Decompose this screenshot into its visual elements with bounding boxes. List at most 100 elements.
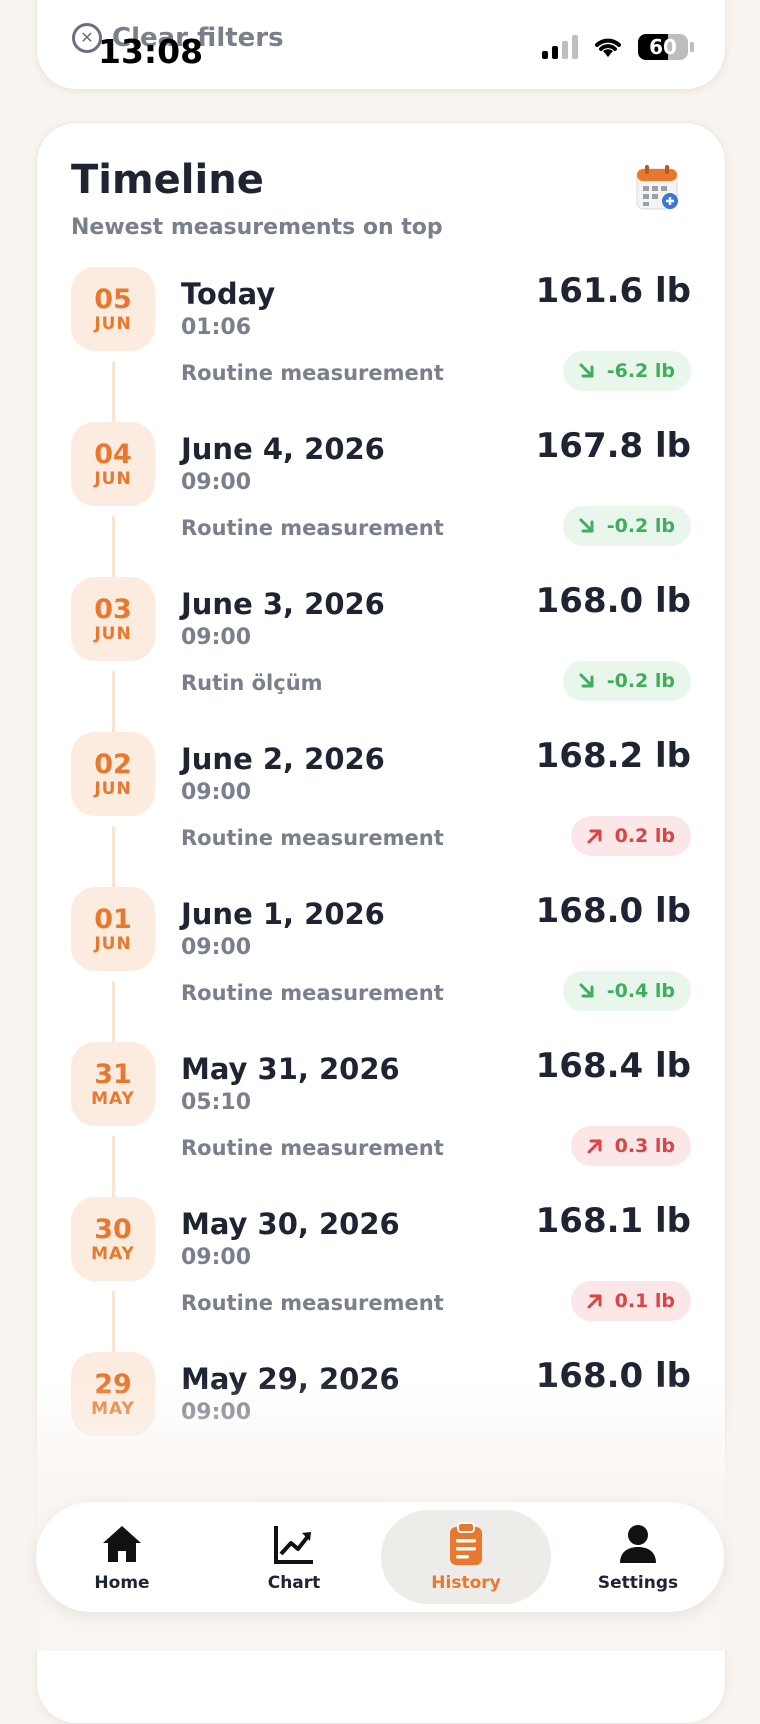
date-chip-month: JUN (94, 468, 132, 489)
entry-note: Routine measurement (181, 826, 444, 850)
arrow-down-right-icon (579, 983, 594, 998)
entry-date: May 30, 2026 (181, 1207, 400, 1241)
date-chip-day: 02 (94, 748, 132, 780)
entry-time: 05:10 (181, 1090, 252, 1115)
person-icon (620, 1525, 656, 1563)
date-chip-day: 05 (94, 283, 132, 315)
entry-time: 09:00 (181, 935, 252, 960)
date-chip-day: 31 (94, 1058, 132, 1090)
date-chip-day: 03 (94, 593, 132, 625)
arrow-up-right-icon (587, 1139, 602, 1154)
timeline-entry[interactable]: 04 JUN June 4, 2026 09:00 Routine measuremen… (37, 422, 725, 585)
arrow-up-right-icon (587, 1294, 602, 1309)
entry-note: Routine measurement (181, 981, 444, 1005)
date-chip-month: JUN (94, 933, 132, 954)
cellular-signal-icon (542, 35, 578, 59)
tab-chart-label: Chart (267, 1573, 321, 1593)
clipboard-icon (450, 1522, 482, 1565)
date-chip-day: 30 (94, 1213, 132, 1245)
entry-note: Routine measurement (181, 361, 444, 385)
weight-change-badge: -0.4 lb (562, 971, 691, 1011)
entry-date: June 2, 2026 (181, 742, 385, 776)
timeline-title: Timeline (71, 157, 264, 203)
date-chip-day: 01 (94, 903, 132, 935)
home-icon (103, 1526, 141, 1562)
date-chip-month: MAY (91, 1243, 135, 1264)
entry-note: Routine measurement (181, 1291, 444, 1315)
timeline-connector (112, 1291, 115, 1353)
weight-change-value: -0.4 lb (606, 980, 675, 1002)
weight-change-badge: -0.2 lb (562, 506, 691, 546)
timeline-connector (112, 516, 115, 578)
timeline-entry[interactable]: 03 JUN June 3, 2026 09:00 Rutin ölçüm 168.0 l… (37, 577, 725, 740)
weight-change-value: 0.2 lb (614, 825, 675, 847)
entry-date: June 4, 2026 (181, 432, 385, 466)
entry-time: 01:06 (181, 315, 252, 340)
arrow-up-right-icon (587, 829, 602, 844)
weight-change-value: -0.2 lb (606, 515, 675, 537)
date-chip: 03 JUN (71, 577, 155, 661)
tab-chart[interactable]: Chart (209, 1510, 379, 1604)
entry-weight: 168.1 lb (535, 1201, 691, 1241)
weight-change-badge: -0.2 lb (562, 661, 691, 701)
date-chip-month: JUN (94, 313, 132, 334)
timeline-entry[interactable]: 30 MAY May 30, 2026 09:00 Routine measuremen… (37, 1197, 725, 1360)
timeline-subtitle: Newest measurements on top (71, 215, 443, 240)
status-indicators: 60 (542, 34, 694, 60)
date-chip: 02 JUN (71, 732, 155, 816)
chart-icon (274, 1526, 313, 1564)
weight-change-badge: 0.1 lb (570, 1281, 691, 1321)
timeline-entry[interactable]: 05 JUN Today 01:06 Routine measurement 161.6 … (37, 267, 725, 430)
weight-change-value: 0.1 lb (614, 1290, 675, 1312)
arrow-down-right-icon (579, 673, 594, 688)
tab-bar: Home Chart History Settings (36, 1502, 724, 1612)
entry-time: 09:00 (181, 1245, 252, 1270)
date-chip-day: 04 (94, 438, 132, 470)
tab-home[interactable]: Home (37, 1510, 207, 1604)
date-chip-month: JUN (94, 778, 132, 799)
weight-change-value: -0.2 lb (606, 670, 675, 692)
tab-settings[interactable]: Settings (553, 1510, 723, 1604)
entry-date: June 1, 2026 (181, 897, 385, 931)
weight-change-value: 0.3 lb (614, 1135, 675, 1157)
entry-date: May 31, 2026 (181, 1052, 400, 1086)
calendar-add-icon[interactable] (635, 163, 679, 213)
entry-time: 09:00 (181, 470, 252, 495)
arrow-down-right-icon (579, 518, 594, 533)
timeline-entry[interactable]: 02 JUN June 2, 2026 09:00 Routine measuremen… (37, 732, 725, 895)
entry-weight: 168.2 lb (535, 736, 691, 776)
timeline-entry[interactable]: 01 JUN June 1, 2026 09:00 Routine measuremen… (37, 887, 725, 1050)
entry-weight: 167.8 lb (535, 426, 691, 466)
entry-weight: 168.4 lb (535, 1046, 691, 1086)
date-chip-month: MAY (91, 1088, 135, 1109)
timeline-connector (112, 671, 115, 733)
date-chip-month: JUN (94, 623, 132, 644)
arrow-down-right-icon (579, 363, 594, 378)
date-chip: 01 JUN (71, 887, 155, 971)
wifi-icon (595, 38, 621, 57)
entry-note: Routine measurement (181, 1136, 444, 1160)
timeline-connector (112, 826, 115, 888)
weight-change-value: -6.2 lb (606, 360, 675, 382)
tab-history-label: History (431, 1573, 501, 1593)
weight-change-badge: 0.3 lb (570, 1126, 691, 1166)
battery-icon: 60 (638, 34, 688, 60)
date-chip: 31 MAY (71, 1042, 155, 1126)
entry-date: June 3, 2026 (181, 587, 385, 621)
timeline-connector (112, 981, 115, 1043)
date-chip: 04 JUN (71, 422, 155, 506)
entry-time: 09:00 (181, 625, 252, 650)
battery-level: 60 (649, 35, 677, 59)
tab-history[interactable]: History (381, 1510, 551, 1604)
timeline-entry[interactable]: 31 MAY May 31, 2026 05:10 Routine measuremen… (37, 1042, 725, 1205)
entry-date: Today (181, 277, 276, 311)
status-time: 13:08 (98, 32, 204, 71)
weight-change-badge: -6.2 lb (562, 351, 691, 391)
entry-note: Rutin ölçüm (181, 671, 323, 695)
date-chip: 05 JUN (71, 267, 155, 351)
entry-note: Routine measurement (181, 516, 444, 540)
entry-weight: 168.0 lb (535, 891, 691, 931)
date-chip: 30 MAY (71, 1197, 155, 1281)
entry-weight: 168.0 lb (535, 581, 691, 621)
timeline-connector (112, 361, 115, 423)
